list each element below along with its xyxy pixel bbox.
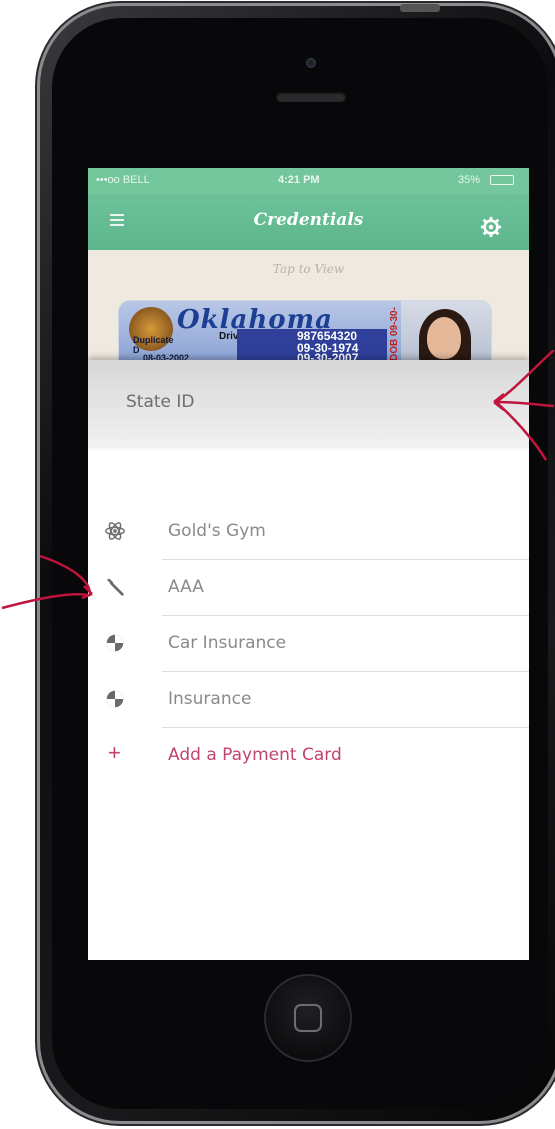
list-item-label: Gold's Gym — [168, 521, 266, 541]
add-payment-card-label: Add a Payment Card — [168, 745, 342, 765]
list-item[interactable]: Gold's Gym — [88, 504, 529, 560]
state-id-section[interactable]: State ID — [88, 360, 529, 448]
plus-icon: + — [108, 740, 121, 765]
list-item[interactable]: AAA — [88, 560, 529, 616]
gear-icon[interactable] — [480, 216, 502, 238]
shield-icon — [106, 690, 124, 708]
app-screen: •••oo BELL 4:21 PM 35% Credentials Tap t… — [88, 168, 529, 960]
home-button[interactable] — [266, 976, 350, 1060]
front-camera — [306, 58, 316, 68]
add-payment-card-button[interactable]: + Add a Payment Card — [88, 728, 529, 784]
list-item[interactable]: Insurance — [88, 672, 529, 728]
photo-face — [427, 317, 461, 359]
list-item-label: AAA — [168, 577, 204, 597]
credential-preview[interactable]: Tap to View Oklahoma Driver License Dupl… — [88, 250, 529, 362]
list-item-label: Car Insurance — [168, 633, 287, 653]
battery-icon — [490, 175, 514, 185]
atom-icon — [105, 522, 125, 540]
home-square-icon — [294, 1004, 322, 1032]
drivers-license-card[interactable]: Oklahoma Driver License Duplicate D 08-0… — [118, 300, 492, 362]
power-button — [400, 4, 440, 12]
nav-bar: Credentials — [88, 194, 529, 250]
status-time: 4:21 PM — [278, 174, 320, 186]
tap-to-view-hint: Tap to View — [272, 262, 345, 276]
license-duplicate: Duplicate — [133, 335, 174, 345]
license-info-panel: 987654320 09-30-1974 09-30-2007 — [237, 329, 387, 361]
annotation-arrow-left — [1, 554, 93, 610]
state-id-label: State ID — [126, 392, 195, 412]
status-bar: •••oo BELL 4:21 PM 35% — [88, 168, 529, 194]
license-class: D — [133, 345, 140, 355]
list-item-label: Insurance — [168, 689, 252, 709]
carrier-label: •••oo BELL — [96, 174, 150, 186]
list-item[interactable]: Car Insurance — [88, 616, 529, 672]
license-photo — [401, 301, 491, 361]
page-title: Credentials — [253, 210, 364, 230]
annotation-arrow-right — [493, 350, 555, 461]
earpiece-speaker — [276, 92, 346, 102]
battery-percent: 35% — [458, 174, 481, 186]
